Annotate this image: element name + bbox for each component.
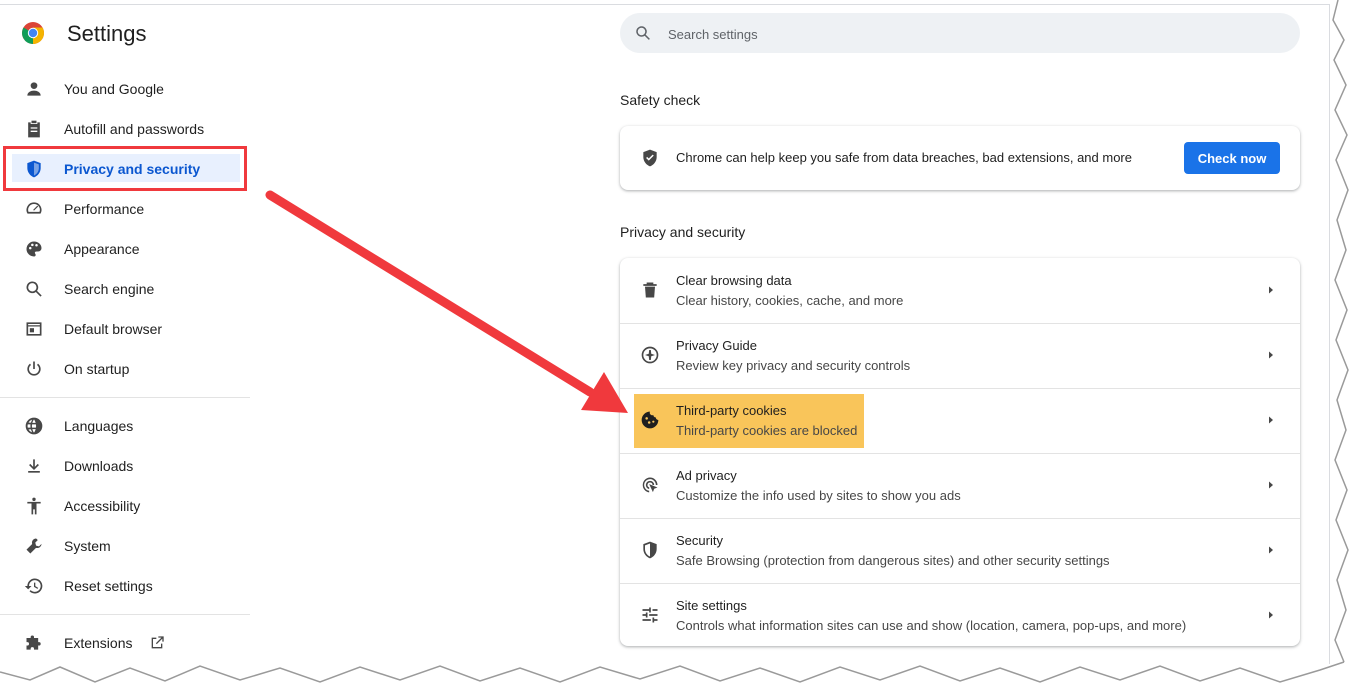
sidebar-item-label: Default browser — [64, 321, 163, 337]
sidebar-item-autofill[interactable]: Autofill and passwords — [0, 109, 250, 149]
sidebar-item-you-and-google[interactable]: You and Google — [0, 69, 250, 109]
top-border — [0, 4, 1330, 5]
browser-icon — [22, 317, 46, 341]
palette-icon — [22, 237, 46, 261]
page-title: Settings — [67, 21, 147, 46]
accessibility-icon — [22, 494, 46, 518]
sidebar-item-label: On startup — [64, 361, 130, 377]
sidebar-item-accessibility[interactable]: Accessibility — [0, 486, 250, 526]
chrome-logo-icon — [22, 22, 44, 44]
puzzle-icon — [22, 631, 46, 655]
sidebar-item-search-engine[interactable]: Search engine — [0, 269, 250, 309]
person-icon — [22, 77, 46, 101]
safety-check-card: Chrome can help keep you safe from data … — [620, 126, 1300, 190]
row-subtitle: Customize the info used by sites to show… — [676, 488, 961, 503]
compass-icon — [640, 345, 660, 365]
open-in-new-icon[interactable] — [149, 635, 165, 651]
chevron-right-icon — [1269, 481, 1273, 489]
sidebar-item-performance[interactable]: Performance — [0, 189, 250, 229]
power-icon — [22, 357, 46, 381]
row-title: Privacy Guide — [676, 338, 757, 353]
cookie-icon — [640, 410, 660, 430]
section-title-safety-check: Safety check — [620, 92, 701, 108]
row-subtitle: Safe Browsing (protection from dangerous… — [676, 553, 1110, 568]
ad-privacy-icon — [640, 475, 660, 495]
row-security[interactable]: Security Safe Browsing (protection from … — [620, 518, 1300, 583]
sidebar-item-languages[interactable]: Languages — [0, 406, 250, 446]
check-now-button[interactable]: Check now — [1184, 142, 1280, 174]
row-ad-privacy[interactable]: Ad privacy Customize the info used by si… — [620, 453, 1300, 518]
sidebar-item-label: Extensions — [64, 635, 133, 651]
sidebar-item-label: Downloads — [64, 458, 134, 474]
chevron-right-icon — [1269, 416, 1273, 424]
annotation-highlight-box — [3, 146, 247, 191]
row-title: Security — [676, 533, 723, 548]
chevron-right-icon — [1269, 351, 1273, 359]
search-icon — [22, 277, 46, 301]
row-title: Ad privacy — [676, 468, 737, 483]
row-subtitle: Clear history, cookies, cache, and more — [676, 293, 904, 308]
download-icon — [22, 454, 46, 478]
chevron-right-icon — [1269, 611, 1273, 619]
clipboard-icon — [22, 117, 46, 141]
right-border — [1329, 4, 1330, 664]
sidebar-item-label: Reset settings — [64, 578, 153, 594]
sidebar-item-default-browser[interactable]: Default browser — [0, 309, 250, 349]
row-subtitle: Controls what information sites can use … — [676, 618, 1187, 633]
section-title-privacy: Privacy and security — [620, 224, 746, 240]
row-title: Third-party cookies — [676, 403, 787, 418]
row-subtitle: Review key privacy and security controls — [676, 358, 911, 373]
row-subtitle: Third-party cookies are blocked — [676, 423, 858, 438]
sidebar-item-label: System — [64, 538, 111, 554]
history-icon — [22, 574, 46, 598]
chevron-right-icon — [1269, 286, 1273, 294]
row-site-settings[interactable]: Site settings Controls what information … — [620, 583, 1300, 648]
wrench-icon — [22, 534, 46, 558]
sidebar-item-downloads[interactable]: Downloads — [0, 446, 250, 486]
row-title: Site settings — [676, 598, 747, 613]
sidebar-item-label: Appearance — [64, 241, 140, 257]
sidebar-item-extensions[interactable]: Extensions — [0, 623, 250, 663]
speedometer-icon — [22, 197, 46, 221]
shield-check-icon — [643, 149, 657, 167]
chevron-right-icon — [1269, 546, 1273, 554]
nav-divider — [0, 614, 250, 615]
row-third-party-cookies[interactable]: Third-party cookies Third-party cookies … — [620, 388, 1300, 453]
sidebar-item-label: Search engine — [64, 281, 155, 297]
sidebar-item-appearance[interactable]: Appearance — [0, 229, 250, 269]
sidebar-item-reset-settings[interactable]: Reset settings — [0, 566, 250, 606]
search-bar[interactable] — [620, 13, 1300, 53]
privacy-security-card: Clear browsing data Clear history, cooki… — [620, 258, 1300, 646]
search-input[interactable] — [666, 22, 1270, 46]
globe-icon — [22, 414, 46, 438]
trash-icon — [640, 280, 660, 300]
security-shield-icon — [640, 540, 660, 560]
sidebar-item-system[interactable]: System — [0, 526, 250, 566]
sidebar-item-label: Accessibility — [64, 498, 141, 514]
nav-divider — [0, 397, 250, 398]
sliders-icon — [640, 605, 660, 625]
sidebar-item-label: Autofill and passwords — [64, 121, 205, 137]
sidebar-item-label: You and Google — [64, 81, 164, 97]
row-clear-browsing-data[interactable]: Clear browsing data Clear history, cooki… — [620, 258, 1300, 323]
sidebar-item-on-startup[interactable]: On startup — [0, 349, 250, 389]
safety-check-text: Chrome can help keep you safe from data … — [676, 150, 1132, 165]
row-privacy-guide[interactable]: Privacy Guide Review key privacy and sec… — [620, 323, 1300, 388]
sidebar-item-label: Performance — [64, 201, 145, 217]
sidebar-item-label: Languages — [64, 418, 134, 434]
search-icon — [636, 26, 650, 40]
row-title: Clear browsing data — [676, 273, 792, 288]
